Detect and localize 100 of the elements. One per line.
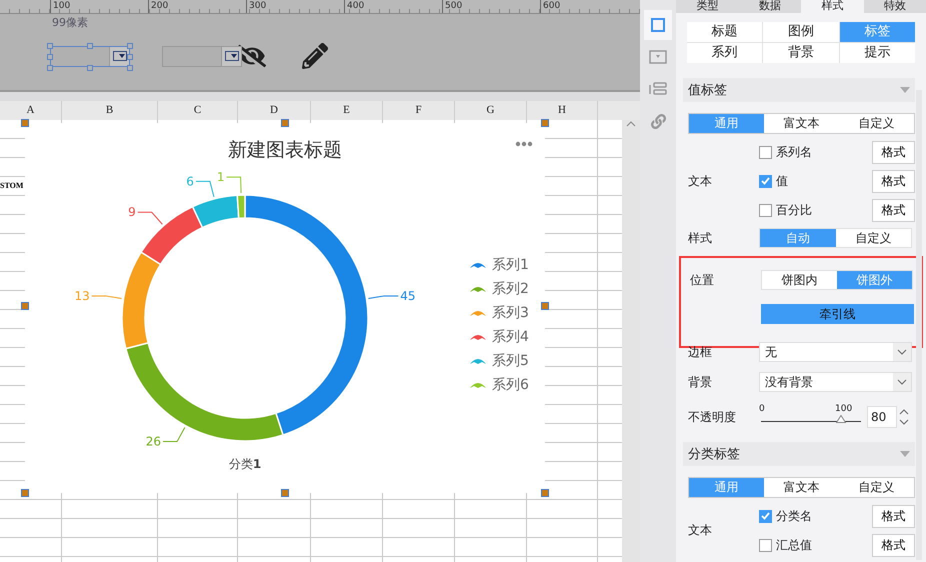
mode-tab[interactable]: 自定义 bbox=[839, 114, 914, 133]
legend-item[interactable]: 系列3 bbox=[470, 303, 529, 323]
dropdown-widget-icon bbox=[649, 50, 667, 64]
checkbox-option[interactable]: 分类名 bbox=[759, 508, 812, 524]
style-tab[interactable]: 系列 bbox=[687, 43, 762, 63]
legend-item[interactable]: 系列6 bbox=[470, 375, 529, 395]
row-label: 位置 bbox=[689, 272, 715, 288]
format-button[interactable]: 格式 bbox=[872, 170, 915, 192]
section-header[interactable]: 值标签 bbox=[683, 78, 915, 102]
legend-item[interactable]: 系列5 bbox=[470, 351, 529, 371]
opacity-slider[interactable]: 0 100 bbox=[759, 404, 861, 430]
side-tool-button[interactable] bbox=[644, 10, 672, 40]
resize-handle[interactable] bbox=[21, 489, 29, 497]
checkbox[interactable] bbox=[759, 146, 772, 158]
resize-handle[interactable] bbox=[541, 302, 549, 310]
position-option[interactable]: 饼图内 bbox=[762, 271, 837, 289]
opacity-input[interactable]: 80 bbox=[867, 406, 897, 428]
format-button[interactable]: 格式 bbox=[872, 504, 915, 528]
dropdown-button[interactable] bbox=[109, 46, 129, 66]
mode-tab[interactable]: 富文本 bbox=[764, 114, 839, 133]
chevron-down-icon bbox=[897, 379, 907, 385]
resize-handle[interactable] bbox=[281, 489, 289, 497]
format-button[interactable]: 格式 bbox=[872, 198, 915, 222]
scrollbar[interactable] bbox=[622, 120, 640, 562]
style-option[interactable]: 自定义 bbox=[836, 229, 911, 247]
panel-tab[interactable]: 特效 bbox=[864, 0, 926, 13]
checkbox-option[interactable]: 值 bbox=[759, 172, 788, 190]
category-label: 分类1 bbox=[228, 456, 262, 473]
legend-item[interactable]: 系列4 bbox=[470, 327, 529, 347]
legend-item[interactable]: 系列1 bbox=[470, 255, 529, 275]
data-label: 1 bbox=[216, 170, 225, 184]
link-icon bbox=[650, 114, 666, 128]
checkbox-option[interactable]: 汇总值 bbox=[759, 536, 812, 554]
scroll-up-icon[interactable] bbox=[626, 120, 636, 128]
section-title: 值标签 bbox=[688, 82, 727, 99]
leader-line bbox=[91, 295, 122, 299]
checkbox[interactable] bbox=[759, 204, 772, 216]
section-title: 分类标签 bbox=[688, 446, 740, 463]
data-label: 13 bbox=[74, 288, 90, 303]
dropdown-button[interactable] bbox=[221, 46, 241, 66]
slider-thumb[interactable] bbox=[836, 415, 846, 423]
spinner-icon[interactable] bbox=[899, 407, 909, 427]
checkbox-option[interactable]: 百分比 bbox=[759, 202, 812, 218]
resize-handle[interactable] bbox=[541, 489, 549, 497]
ruler-number: 100 bbox=[50, 0, 148, 13]
style-tab[interactable]: 标题 bbox=[687, 22, 762, 42]
slider-min-label: 0 bbox=[759, 404, 765, 414]
resize-handle[interactable] bbox=[21, 302, 29, 310]
panel-tab[interactable]: 样式 bbox=[801, 0, 864, 13]
style-tab[interactable]: 图例 bbox=[763, 22, 839, 42]
resize-handle[interactable] bbox=[21, 119, 29, 127]
row-label: 不透明度 bbox=[687, 408, 737, 426]
combo-box[interactable] bbox=[162, 46, 242, 66]
row-label: 文本 bbox=[687, 172, 713, 190]
collapse-caret-icon[interactable] bbox=[900, 87, 910, 93]
eye-off-icon[interactable] bbox=[238, 42, 266, 70]
data-label: 9 bbox=[128, 205, 136, 220]
mode-tab[interactable]: 富文本 bbox=[764, 478, 839, 497]
row-label: 文本 bbox=[687, 522, 713, 539]
format-button[interactable]: 格式 bbox=[872, 140, 915, 164]
selection-handle[interactable] bbox=[87, 64, 93, 70]
more-icon[interactable] bbox=[515, 141, 533, 147]
background-select[interactable]: 没有背景 bbox=[759, 372, 912, 392]
size-label: 99像素 bbox=[52, 15, 88, 30]
data-label: 6 bbox=[186, 174, 194, 188]
ruler-number: 500 bbox=[442, 0, 540, 13]
slider-max-label: 100 bbox=[835, 404, 852, 414]
ruler-number: 200 bbox=[148, 0, 246, 13]
leader-line bbox=[195, 180, 214, 198]
ruler-number: 600 bbox=[540, 0, 638, 13]
chevron-down-icon bbox=[897, 349, 907, 355]
section-header[interactable]: 分类标签 bbox=[683, 442, 915, 466]
ruler-number: 400 bbox=[344, 0, 442, 13]
panel-tab[interactable]: 数据 bbox=[738, 0, 801, 13]
selection-handle[interactable] bbox=[87, 42, 93, 48]
layout-icon bbox=[649, 82, 667, 96]
resize-handle[interactable] bbox=[541, 119, 549, 127]
data-label: 45 bbox=[400, 288, 416, 303]
leader-line-toggle[interactable]: 牵引线 bbox=[761, 304, 914, 324]
checkbox-option[interactable]: 系列名 bbox=[759, 144, 812, 160]
collapse-caret-icon[interactable] bbox=[900, 451, 910, 457]
frame-icon bbox=[650, 17, 666, 33]
legend-item[interactable]: 系列2 bbox=[470, 279, 529, 299]
leader-line bbox=[137, 212, 163, 225]
checkbox[interactable] bbox=[759, 174, 772, 188]
border-select[interactable]: 无 bbox=[759, 342, 912, 362]
style-tab[interactable]: 提示 bbox=[840, 43, 915, 63]
checkbox[interactable] bbox=[759, 538, 772, 552]
style-tab[interactable]: 背景 bbox=[763, 43, 839, 63]
format-button[interactable]: 格式 bbox=[872, 534, 915, 556]
panel-tab[interactable]: 类型 bbox=[676, 0, 738, 13]
row-label: 背景 bbox=[687, 374, 713, 390]
mode-tab[interactable]: 自定义 bbox=[839, 478, 914, 497]
pencil-icon[interactable] bbox=[302, 43, 328, 69]
ruler-number: 300 bbox=[246, 0, 344, 13]
data-label: 26 bbox=[146, 434, 162, 449]
resize-handle[interactable] bbox=[281, 119, 289, 127]
chart-title: 新建图表标题 bbox=[227, 138, 343, 163]
row-label: 边框 bbox=[687, 344, 713, 360]
checkbox[interactable] bbox=[759, 510, 772, 522]
